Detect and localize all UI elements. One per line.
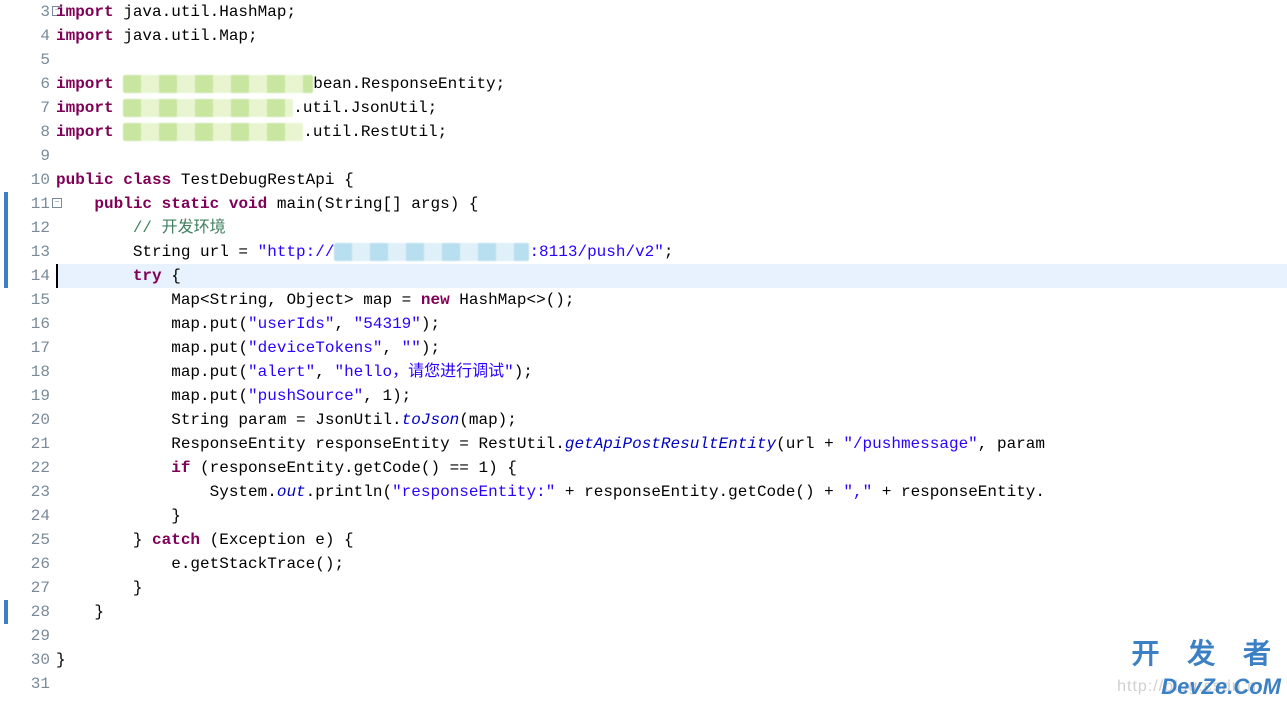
code-line[interactable]: } catch (Exception e) { — [56, 528, 1287, 552]
code-line[interactable]: // 开发环境 — [56, 216, 1287, 240]
line-number[interactable]: 26 — [10, 552, 50, 576]
code-line[interactable]: } — [56, 600, 1287, 624]
code-line[interactable] — [56, 144, 1287, 168]
redacted-text — [334, 243, 529, 261]
code-line[interactable]: ResponseEntity responseEntity = RestUtil… — [56, 432, 1287, 456]
line-number[interactable]: 28 — [10, 600, 50, 624]
line-number[interactable]: 10 — [10, 168, 50, 192]
code-line[interactable]: e.getStackTrace(); — [56, 552, 1287, 576]
line-number[interactable]: 30 — [10, 648, 50, 672]
code-line[interactable]: map.put("pushSource", 1); — [56, 384, 1287, 408]
code-line[interactable]: if (responseEntity.getCode() == 1) { — [56, 456, 1287, 480]
line-number[interactable]: 16 — [10, 312, 50, 336]
code-line[interactable]: import .util.RestUtil; — [56, 120, 1287, 144]
change-marker — [4, 600, 8, 624]
watermark-cn: 开 发 者 — [1131, 632, 1281, 672]
line-number[interactable]: 21 — [10, 432, 50, 456]
line-number[interactable]: 6 — [10, 72, 50, 96]
line-number[interactable]: 9 — [10, 144, 50, 168]
redacted-text — [123, 99, 293, 117]
left-margin — [0, 0, 10, 702]
watermark-devze: DevZe.CoM — [1161, 674, 1281, 700]
code-line[interactable]: System.out.println("responseEntity:" + r… — [56, 480, 1287, 504]
line-number[interactable]: 17 — [10, 336, 50, 360]
code-line[interactable] — [56, 672, 1287, 696]
code-line[interactable]: public static void main(String[] args) { — [56, 192, 1287, 216]
code-line[interactable]: import java.util.Map; — [56, 24, 1287, 48]
line-number[interactable]: 14 — [10, 264, 50, 288]
line-number[interactable]: 29 — [10, 624, 50, 648]
code-area[interactable]: import java.util.HashMap; import java.ut… — [54, 0, 1287, 702]
line-number[interactable]: 19 — [10, 384, 50, 408]
line-number[interactable]: 13 — [10, 240, 50, 264]
code-editor[interactable]: 3−4567891011−121314151617181920212223242… — [0, 0, 1287, 702]
code-line[interactable]: map.put("userIds", "54319"); — [56, 312, 1287, 336]
code-line[interactable] — [56, 624, 1287, 648]
code-line[interactable]: } — [56, 504, 1287, 528]
line-number[interactable]: 8 — [10, 120, 50, 144]
code-line[interactable]: String url = "http://:8113/push/v2"; — [56, 240, 1287, 264]
line-number[interactable]: 25 — [10, 528, 50, 552]
line-number[interactable]: 5 — [10, 48, 50, 72]
line-number[interactable]: 23 — [10, 480, 50, 504]
code-line[interactable]: map.put("deviceTokens", ""); — [56, 336, 1287, 360]
line-number[interactable]: 18 — [10, 360, 50, 384]
line-number[interactable]: 22 — [10, 456, 50, 480]
redacted-text — [123, 75, 313, 93]
line-number[interactable]: 7 — [10, 96, 50, 120]
line-number[interactable]: 12 — [10, 216, 50, 240]
text-cursor — [56, 264, 58, 288]
line-number[interactable]: 3− — [10, 0, 50, 24]
code-line[interactable]: String param = JsonUtil.toJson(map); — [56, 408, 1287, 432]
code-line[interactable]: import bean.ResponseEntity; — [56, 72, 1287, 96]
code-line[interactable] — [56, 48, 1287, 72]
redacted-text — [123, 123, 303, 141]
line-number[interactable]: 20 — [10, 408, 50, 432]
line-number[interactable]: 31 — [10, 672, 50, 696]
code-line-current[interactable]: try { — [56, 264, 1287, 288]
code-line[interactable]: } — [56, 576, 1287, 600]
code-line[interactable]: import .util.JsonUtil; — [56, 96, 1287, 120]
line-number[interactable]: 11− — [10, 192, 50, 216]
code-line[interactable]: import java.util.HashMap; — [56, 0, 1287, 24]
code-line[interactable]: Map<String, Object> map = new HashMap<>(… — [56, 288, 1287, 312]
line-number[interactable]: 15 — [10, 288, 50, 312]
line-number[interactable]: 24 — [10, 504, 50, 528]
change-marker — [4, 192, 8, 288]
line-number-gutter[interactable]: 3−4567891011−121314151617181920212223242… — [10, 0, 54, 702]
code-line[interactable]: map.put("alert", "hello，请您进行调试"); — [56, 360, 1287, 384]
line-number[interactable]: 4 — [10, 24, 50, 48]
code-line[interactable]: } — [56, 648, 1287, 672]
line-number[interactable]: 27 — [10, 576, 50, 600]
code-line[interactable]: public class TestDebugRestApi { — [56, 168, 1287, 192]
